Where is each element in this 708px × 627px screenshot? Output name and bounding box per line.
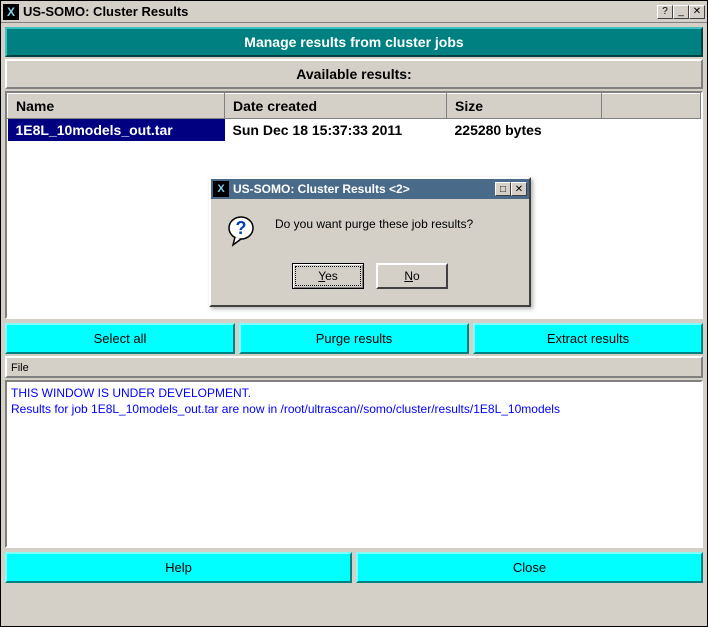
close-button[interactable]: Close xyxy=(356,552,703,583)
dialog-buttons: Yes No xyxy=(211,263,529,305)
dialog-body: ? Do you want purge these job results? xyxy=(211,199,529,263)
col-name[interactable]: Name xyxy=(8,94,225,119)
titlebar: X US-SOMO: Cluster Results ? _ ✕ xyxy=(1,1,707,23)
dialog-maximize-button[interactable]: □ xyxy=(495,182,511,196)
col-size[interactable]: Size xyxy=(447,94,602,119)
cell-name[interactable]: 1E8L_10models_out.tar xyxy=(8,119,225,142)
select-all-button[interactable]: Select all xyxy=(5,323,235,354)
dialog-title: US-SOMO: Cluster Results <2> xyxy=(233,182,495,196)
confirm-dialog: X US-SOMO: Cluster Results <2> □ ✕ ? Do … xyxy=(209,177,531,307)
dialog-titlebar: X US-SOMO: Cluster Results <2> □ ✕ xyxy=(211,179,529,199)
log-line: Results for job 1E8L_10models_out.tar ar… xyxy=(11,402,697,418)
question-icon: ? xyxy=(227,215,259,247)
log-line: THIS WINDOW IS UNDER DEVELOPMENT. xyxy=(11,386,697,402)
help-window-button[interactable]: ? xyxy=(657,5,673,19)
minimize-button[interactable]: _ xyxy=(673,5,689,19)
file-menu[interactable]: File xyxy=(11,362,29,374)
purge-results-button[interactable]: Purge results xyxy=(239,323,469,354)
dialog-close-button[interactable]: ✕ xyxy=(511,182,527,196)
cell-spacer xyxy=(602,119,701,142)
bottom-row: Help Close xyxy=(5,552,703,583)
yes-button[interactable]: Yes xyxy=(292,263,364,289)
available-header: Available results: xyxy=(5,59,703,89)
manage-header: Manage results from cluster jobs xyxy=(5,27,703,57)
cell-date[interactable]: Sun Dec 18 15:37:33 2011 xyxy=(225,119,447,142)
table-row[interactable]: 1E8L_10models_out.tar Sun Dec 18 15:37:3… xyxy=(8,119,701,142)
app-icon: X xyxy=(3,4,19,20)
svg-text:?: ? xyxy=(236,218,247,238)
menubar: File xyxy=(5,356,703,378)
window-controls: ? _ ✕ xyxy=(657,5,705,19)
dialog-message: Do you want purge these job results? xyxy=(275,215,473,231)
action-row: Select all Purge results Extract results xyxy=(5,323,703,354)
col-spacer xyxy=(602,94,701,119)
extract-results-button[interactable]: Extract results xyxy=(473,323,703,354)
window-title: US-SOMO: Cluster Results xyxy=(23,4,657,19)
col-date[interactable]: Date created xyxy=(225,94,447,119)
content-area: Manage results from cluster jobs Availab… xyxy=(1,23,707,626)
log-area: THIS WINDOW IS UNDER DEVELOPMENT. Result… xyxy=(5,380,703,548)
cell-size[interactable]: 225280 bytes xyxy=(447,119,602,142)
dialog-window-controls: □ ✕ xyxy=(495,182,527,196)
no-button[interactable]: No xyxy=(376,263,448,289)
dialog-app-icon: X xyxy=(213,181,229,197)
main-window: X US-SOMO: Cluster Results ? _ ✕ Manage … xyxy=(0,0,708,627)
results-table: Name Date created Size 1E8L_10models_out… xyxy=(7,93,701,141)
help-button[interactable]: Help xyxy=(5,552,352,583)
close-window-button[interactable]: ✕ xyxy=(689,5,705,19)
